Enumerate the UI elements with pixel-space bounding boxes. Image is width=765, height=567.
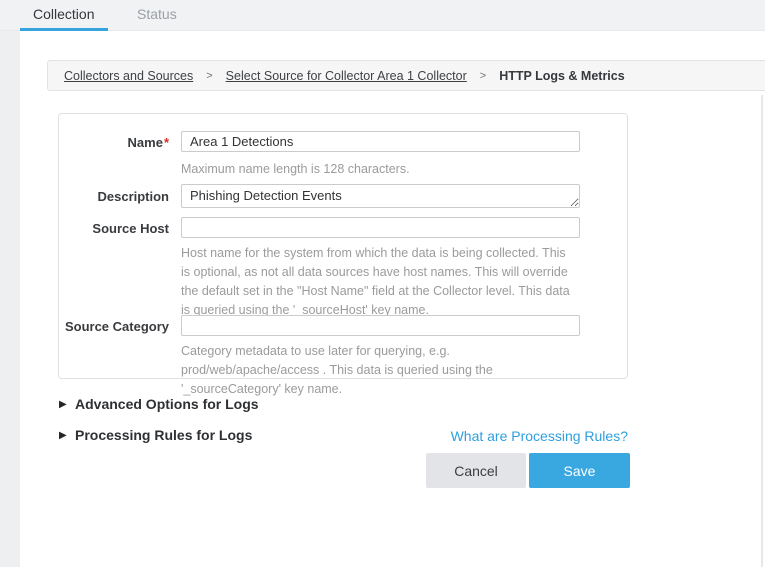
description-label: Description xyxy=(59,189,169,204)
name-input[interactable] xyxy=(181,131,580,152)
source-host-helper-text: Host name for the system from which the … xyxy=(181,244,578,320)
scrollbar-track[interactable] xyxy=(761,95,763,567)
breadcrumb-current-page: HTTP Logs & Metrics xyxy=(499,69,624,83)
advanced-options-label: Advanced Options for Logs xyxy=(75,396,259,412)
expand-triangle-icon: ▶ xyxy=(59,399,75,410)
tab-collection[interactable]: Collection xyxy=(33,6,94,22)
source-category-helper-text: Category metadata to use later for query… xyxy=(181,342,583,399)
source-host-input[interactable] xyxy=(181,217,580,238)
advanced-options-expander[interactable]: ▶ Advanced Options for Logs xyxy=(59,396,259,412)
tab-status[interactable]: Status xyxy=(137,6,177,22)
processing-rules-expander[interactable]: ▶ Processing Rules for Logs xyxy=(59,427,252,443)
source-category-input[interactable] xyxy=(181,315,580,336)
save-button[interactable]: Save xyxy=(529,453,630,488)
breadcrumb-collectors-and-sources[interactable]: Collectors and Sources xyxy=(64,69,193,83)
description-textarea[interactable]: Phishing Detection Events xyxy=(181,184,580,208)
tab-bar: Collection Status xyxy=(0,0,765,31)
breadcrumb: Collectors and Sources > Select Source f… xyxy=(47,60,765,91)
breadcrumb-separator: > xyxy=(206,70,212,82)
processing-rules-label: Processing Rules for Logs xyxy=(75,427,252,443)
name-helper-text: Maximum name length is 128 characters. xyxy=(181,160,410,179)
required-asterisk: * xyxy=(164,135,169,150)
active-tab-indicator xyxy=(20,28,108,31)
source-category-label: Source Category xyxy=(59,319,169,334)
cancel-button[interactable]: Cancel xyxy=(426,453,526,488)
left-gutter xyxy=(0,0,20,567)
source-host-label: Source Host xyxy=(59,221,169,236)
breadcrumb-separator: > xyxy=(480,70,486,82)
expand-triangle-icon: ▶ xyxy=(59,430,75,441)
breadcrumb-select-source[interactable]: Select Source for Collector Area 1 Colle… xyxy=(226,69,467,83)
source-config-form-card: Name* Maximum name length is 128 charact… xyxy=(58,113,628,379)
name-label: Name* xyxy=(59,135,169,150)
what-are-processing-rules-link[interactable]: What are Processing Rules? xyxy=(451,428,628,444)
